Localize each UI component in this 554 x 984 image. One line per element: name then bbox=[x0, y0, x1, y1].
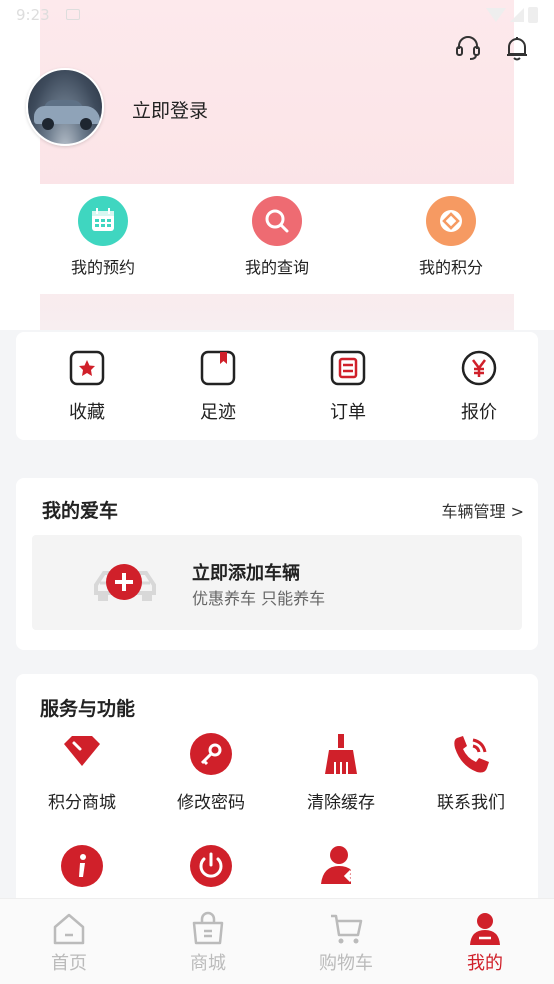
notification-bell-icon[interactable] bbox=[503, 34, 531, 62]
power-icon bbox=[189, 844, 233, 888]
avatar-car-wheel bbox=[42, 118, 54, 130]
avatar[interactable] bbox=[26, 68, 104, 146]
bookmark-icon bbox=[200, 350, 236, 386]
key-icon bbox=[189, 732, 233, 776]
home-icon bbox=[51, 911, 87, 947]
tab-mine[interactable]: 我的 bbox=[435, 911, 535, 975]
phone-icon bbox=[449, 732, 493, 776]
quick-item-query[interactable]: 我的查询 bbox=[217, 196, 337, 278]
service-about[interactable] bbox=[22, 844, 142, 888]
cart-icon bbox=[328, 911, 364, 947]
points-icon bbox=[426, 196, 476, 246]
service-label: 清除缓存 bbox=[307, 793, 375, 813]
status-indicators bbox=[486, 6, 546, 24]
order-list-icon bbox=[330, 350, 366, 386]
info-icon bbox=[60, 844, 104, 888]
add-vehicle-title: 立即添加车辆 bbox=[192, 563, 300, 584]
my-car-card: 我的爱车 车辆管理 > 立即添加车辆 优惠养车 只能养车 bbox=[16, 478, 538, 650]
services-card: 服务与功能 积分商城 修改密码 清除缓存 联系我们 bbox=[16, 674, 538, 914]
quick-actions-card: 我的预约 我的查询 我的积分 bbox=[16, 184, 538, 294]
service-label: 联系我们 bbox=[437, 793, 505, 813]
status-time: 9:23 bbox=[16, 6, 50, 24]
service-logout[interactable] bbox=[151, 844, 271, 888]
add-vehicle-button[interactable]: 立即添加车辆 优惠养车 只能养车 bbox=[32, 535, 522, 630]
quick-item-label: 我的预约 bbox=[70, 258, 135, 277]
profile-icon bbox=[467, 911, 503, 947]
service-change-password[interactable]: 修改密码 bbox=[151, 732, 271, 813]
diamond-icon bbox=[60, 732, 104, 776]
avatar-car-wheel bbox=[80, 118, 92, 130]
tool-label: 报价 bbox=[461, 402, 497, 423]
service-points-mall[interactable]: 积分商城 bbox=[22, 732, 142, 813]
battery-icon bbox=[528, 7, 538, 23]
tab-label: 商城 bbox=[190, 953, 226, 974]
add-vehicle-subtitle: 优惠养车 只能养车 bbox=[192, 589, 326, 608]
customer-service-icon[interactable] bbox=[454, 34, 482, 62]
tool-label: 收藏 bbox=[69, 402, 105, 423]
service-label: 积分商城 bbox=[48, 793, 116, 813]
tools-card: 收藏 足迹 订单 报价 bbox=[16, 332, 538, 440]
my-car-title: 我的爱车 bbox=[42, 500, 119, 522]
tool-label: 足迹 bbox=[200, 402, 236, 423]
tab-label: 首页 bbox=[51, 953, 87, 974]
service-clear-cache[interactable]: 清除缓存 bbox=[281, 732, 401, 813]
tab-shop[interactable]: 商城 bbox=[158, 911, 258, 975]
tool-quote[interactable]: 报价 bbox=[439, 350, 519, 424]
tool-favorites[interactable]: 收藏 bbox=[47, 350, 127, 424]
tab-home[interactable]: 首页 bbox=[19, 911, 119, 975]
signal-icon bbox=[510, 8, 524, 22]
tab-cart[interactable]: 购物车 bbox=[296, 911, 396, 975]
user-exit-icon bbox=[319, 844, 363, 888]
search-icon bbox=[252, 196, 302, 246]
shop-bag-icon bbox=[190, 911, 226, 947]
tool-orders[interactable]: 订单 bbox=[308, 350, 388, 424]
yen-icon bbox=[461, 350, 497, 386]
broom-icon bbox=[319, 732, 363, 776]
quick-item-label: 我的查询 bbox=[244, 258, 309, 277]
service-contact-us[interactable]: 联系我们 bbox=[411, 732, 531, 813]
tool-label: 订单 bbox=[330, 402, 366, 423]
vehicle-manage-link[interactable]: 车辆管理 > bbox=[442, 498, 525, 522]
login-link[interactable]: 立即登录 bbox=[132, 96, 208, 123]
services-title: 服务与功能 bbox=[40, 698, 136, 720]
service-label: 修改密码 bbox=[177, 793, 245, 813]
wifi-icon bbox=[486, 8, 506, 22]
tab-label: 购物车 bbox=[319, 953, 373, 974]
star-icon bbox=[69, 350, 105, 386]
bottom-tab-bar: 首页 商城 购物车 我的 bbox=[0, 898, 554, 984]
tool-history[interactable]: 足迹 bbox=[178, 350, 258, 424]
quick-item-appointment[interactable]: 我的预约 bbox=[43, 196, 163, 278]
quick-item-points[interactable]: 我的积分 bbox=[391, 196, 511, 278]
quick-item-label: 我的积分 bbox=[418, 258, 483, 277]
service-switch-account[interactable] bbox=[281, 844, 401, 888]
tab-label: 我的 bbox=[467, 953, 503, 974]
message-icon bbox=[66, 9, 80, 20]
calendar-icon bbox=[78, 196, 128, 246]
add-plus-icon bbox=[106, 564, 142, 600]
